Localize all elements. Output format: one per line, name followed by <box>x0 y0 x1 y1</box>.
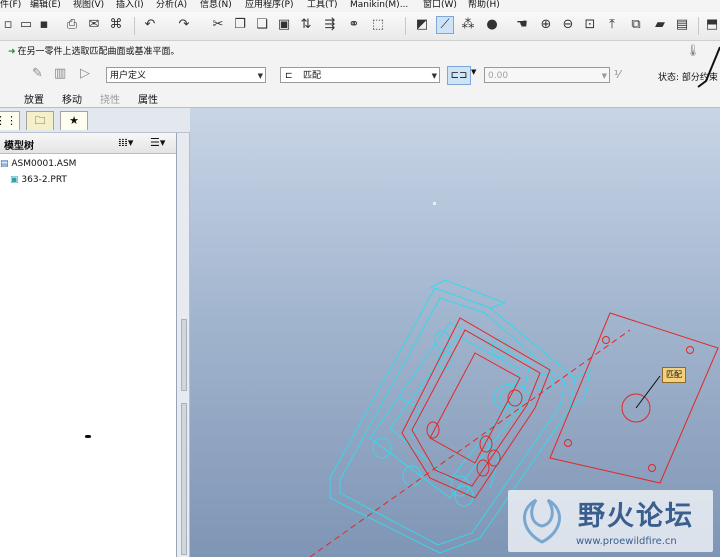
tree-item-label: ASM0001.ASM <box>11 159 77 169</box>
edit-icon[interactable]: ✎ <box>32 66 48 82</box>
tab-flexibility[interactable]: 挠性 <box>100 91 120 106</box>
connection-icon[interactable]: ▷ <box>80 66 96 82</box>
tree-icon: ⋮⋮ <box>0 114 17 127</box>
tree-item-part[interactable]: ▣ 363-2.PRT <box>10 175 67 185</box>
folder-icon: 🗀 <box>34 114 46 127</box>
menu-info[interactable]: 信息(N) <box>200 0 232 11</box>
constraint-set-dropdown[interactable]: 用户定义 ▼ <box>106 67 266 83</box>
watermark-title: 野火论坛 <box>578 501 694 532</box>
zoom-in-icon[interactable]: ⊕ <box>538 17 554 33</box>
copy-icon[interactable]: ❐ <box>232 17 248 33</box>
refit-icon[interactable]: ⊡ <box>582 17 598 33</box>
view-manager-icon[interactable]: ▤ <box>674 17 690 33</box>
flip-icon[interactable]: ⅟ <box>614 68 620 81</box>
menu-insert[interactable]: 插入(I) <box>116 0 144 11</box>
model-tree-panel: 模型树 𝍖▾ ☰▾ ▤ ASM0001.ASM ▣ 363-2.PRT <box>0 133 177 557</box>
pen-stroke <box>697 46 720 88</box>
tab-model-tree[interactable]: ⋮⋮ <box>0 111 20 130</box>
menu-analysis[interactable]: 分析(A) <box>156 0 187 11</box>
panel-splitter[interactable] <box>177 133 190 557</box>
tab-placement[interactable]: 放置 <box>24 91 44 106</box>
tree-item-label: 363-2.PRT <box>21 175 67 185</box>
mate-icon: ⊏ <box>285 71 293 81</box>
regenerate-icon[interactable]: ⇅ <box>298 17 314 33</box>
separate-window-icon[interactable]: ▥ <box>54 66 70 82</box>
offset-input[interactable]: 0.00 ▼ <box>484 67 610 83</box>
tab-properties[interactable]: 属性 <box>138 91 158 106</box>
paste-icon[interactable]: ❏ <box>254 17 270 33</box>
menu-window[interactable]: 窗口(W) <box>423 0 457 11</box>
constraint-type-dropdown[interactable]: ⊏ 匹配 ▼ <box>280 67 440 83</box>
tab-favorites[interactable]: ★ <box>60 111 88 130</box>
model-tree-title: 模型树 <box>4 141 34 152</box>
menu-bar: 件(F) 编辑(E) 视图(V) 插入(I) 分析(A) 信息(N) 应用程序(… <box>0 0 720 12</box>
open-icon[interactable]: ▭ <box>18 17 34 33</box>
sketch-view-icon[interactable]: ◩ <box>414 17 430 33</box>
datum-point-icon[interactable]: ⁂ <box>460 17 476 33</box>
navigator-tabs: ⋮⋮ 🗀 ★ <box>0 108 190 133</box>
watermark: 野火论坛 www.proewildfire.cn <box>508 490 713 552</box>
undo-icon[interactable]: ↶ <box>142 17 158 33</box>
zoom-out-icon[interactable]: ⊖ <box>560 17 576 33</box>
stray-mark <box>85 435 91 438</box>
message-prompt: ➜ 在另一零件上选取匹配曲面或基准平面。 <box>8 44 180 57</box>
favorites-icon: ★ <box>69 114 79 127</box>
select-box-icon[interactable]: ⬚ <box>370 17 386 33</box>
constraint-tag[interactable]: 匹配 <box>662 367 686 383</box>
spin-icon[interactable]: ☚ <box>514 17 530 33</box>
offset-type-arrow-icon[interactable]: ▼ <box>471 68 476 76</box>
tree-show-icon[interactable]: ☰▾ <box>150 136 165 149</box>
watermark-logo-icon <box>523 498 561 544</box>
menu-help[interactable]: 帮助(H) <box>468 0 500 11</box>
datum-display-icon[interactable]: ⬒ <box>704 17 720 33</box>
part-icon: ▣ <box>10 175 19 185</box>
menu-edit[interactable]: 编辑(E) <box>30 0 61 11</box>
cut-icon[interactable]: ✂ <box>210 17 226 33</box>
new-icon[interactable]: ▫ <box>0 17 16 33</box>
saved-views-icon[interactable]: ⧉ <box>628 17 644 33</box>
spin-center <box>433 202 436 205</box>
component-placement-dashboard: ➜ 在另一零件上选取匹配曲面或基准平面。 ✎ ▥ ▷ 用户定义 ▼ ⊏ 匹配 ▼ ⊏⊐ … <box>0 41 720 108</box>
menu-manikin[interactable]: Manikin(M)... <box>350 0 408 11</box>
paste-special-icon[interactable]: ▣ <box>276 17 292 33</box>
menu-tools[interactable]: 工具(T) <box>307 0 338 11</box>
reorient-icon[interactable]: ⤒ <box>604 17 620 33</box>
layers-icon[interactable]: ▰ <box>652 17 668 33</box>
regen-manager-icon[interactable]: ⇶ <box>322 17 338 33</box>
tag-leader <box>635 375 661 409</box>
tree-settings-icon[interactable]: 𝍖▾ <box>118 136 133 149</box>
redo-icon[interactable]: ↷ <box>176 17 192 33</box>
shading-icon[interactable]: ● <box>484 17 500 33</box>
menu-view[interactable]: 视图(V) <box>73 0 104 11</box>
tab-folder-browser[interactable]: 🗀 <box>26 111 54 130</box>
splitter-grip-bottom[interactable] <box>181 403 187 555</box>
tab-move[interactable]: 移动 <box>62 91 82 106</box>
prompt-arrow-icon: ➜ <box>8 47 16 57</box>
datum-axis-icon[interactable]: ⟋ <box>436 16 454 34</box>
assembly-icon: ▤ <box>0 159 9 169</box>
splitter-grip-top[interactable] <box>181 319 187 391</box>
mail-attach-icon[interactable]: ⌘ <box>108 17 124 33</box>
menu-applications[interactable]: 应用程序(P) <box>245 0 293 11</box>
model-tree-header: 模型树 𝍖▾ ☰▾ <box>0 133 176 154</box>
prompt-text: 在另一零件上选取匹配曲面或基准平面。 <box>17 47 180 57</box>
main-toolbar: ▫ ▭ ▪ ⎙ ✉ ⌘ ↶ ↷ ✂ ❐ ❏ ▣ ⇅ ⇶ ⚭ ⬚ ◩ ⟋ ⁂ ● … <box>0 12 720 41</box>
print-icon[interactable]: ⎙ <box>64 17 80 33</box>
find-icon[interactable]: ⚭ <box>346 17 362 33</box>
menu-file[interactable]: 件(F) <box>0 0 21 11</box>
watermark-url: www.proewildfire.cn <box>576 536 677 547</box>
email-icon[interactable]: ✉ <box>86 17 102 33</box>
tree-item-assembly[interactable]: ▤ ASM0001.ASM <box>0 159 76 169</box>
save-icon[interactable]: ▪ <box>36 17 52 33</box>
offset-type-icon[interactable]: ⊏⊐ <box>447 66 471 85</box>
